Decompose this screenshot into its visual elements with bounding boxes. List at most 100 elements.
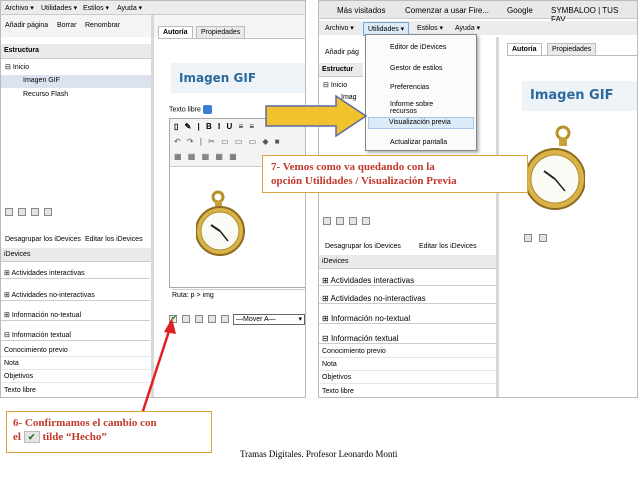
bookmark-google[interactable]: Google [507, 6, 533, 15]
move-up-icon[interactable] [31, 208, 39, 216]
tree-node-inicio[interactable]: ⊟ Inicio [5, 63, 29, 71]
tab-line [158, 38, 305, 39]
category-informacion-textual[interactable]: ⊟ Información textual [319, 331, 496, 344]
tab-bar: Autoría Propiedades [507, 43, 637, 55]
idevice-conocimiento-previo[interactable]: Conocimiento previo [1, 345, 150, 357]
utilidades-dropdown: Editor de iDevices Gestor de estilos Pre… [365, 34, 477, 151]
up-icon[interactable] [208, 315, 216, 323]
delete-icon[interactable] [539, 234, 547, 242]
callout-step-6: 6- Confirmamos el cambio con el ✔ tilde … [6, 411, 212, 453]
menu-ayuda[interactable]: Ayuda ▾ [117, 4, 142, 12]
bookmark-firefox[interactable]: Comenzar a usar Fire... [405, 6, 489, 15]
tree-node-inicio[interactable]: ⊟ Inicio [323, 81, 347, 89]
menu-item-editor-idevices[interactable]: Editor de iDevices [368, 43, 474, 55]
tab-propiedades[interactable]: Propiedades [547, 43, 597, 55]
tab-autoria[interactable]: Autoría [507, 43, 542, 55]
category-actividades-no-interactivas[interactable]: ⊞ Actividades no-interactivas [1, 288, 150, 301]
category-actividades-interactivas[interactable]: ⊞ Actividades interactivas [319, 273, 496, 286]
menu-item-gestor-estilos[interactable]: Gestor de estilos [368, 64, 474, 76]
callout-7-line-1: 7- Vemos como va quedando con la [271, 161, 435, 173]
pocket-watch-image [196, 190, 245, 256]
tree-node-imagen-gif[interactable]: Imagen GIF [1, 75, 151, 88]
edit-idevices-button[interactable]: Editar los iDevices [419, 243, 477, 250]
add-page-button[interactable]: Añadir pág [325, 49, 359, 56]
add-page-button[interactable]: Añadir página [5, 22, 48, 29]
menu-item-actualizar-pantalla[interactable]: Actualizar pantalla [368, 138, 474, 150]
tab-bar: Autoría Propiedades [158, 26, 298, 38]
menu-utilidades[interactable]: Utilidades ▾ [41, 4, 77, 12]
idevice-objetivos[interactable]: Objetivos [319, 372, 496, 384]
move-to-select[interactable]: —Mover A— ▾ [233, 314, 305, 325]
undo-icon[interactable] [182, 315, 190, 323]
edit-buttons-row2[interactable]: ↶ ↷ | ✂ ▭ ▭ ▭ ◆ ■ [174, 137, 282, 146]
menu-ayuda[interactable]: Ayuda ▾ [455, 24, 480, 32]
tab-autoria[interactable]: Autoría [158, 26, 193, 38]
menu-item-informe-recursos[interactable]: Informe sobre recursos [368, 100, 474, 115]
callout-6-line-1: 6- Confirmamos el cambio con [13, 417, 157, 429]
move-down-icon[interactable] [44, 208, 52, 216]
estructura-title: Estructura [1, 44, 151, 59]
callout-6-line-2: el ✔ tilde “Hecho” [13, 431, 107, 444]
category-informacion-no-textual[interactable]: ⊞ Información no-textual [1, 308, 150, 321]
texto-libre-label: Texto libre [169, 105, 212, 114]
pocket-watch-image [524, 125, 585, 210]
promote-icon[interactable] [5, 208, 13, 216]
menu-estilos[interactable]: Estilos ▾ [83, 4, 109, 12]
idevice-texto-libre[interactable]: Texto libre [1, 385, 150, 397]
red-arrow-icon [140, 318, 176, 415]
format-buttons-row1[interactable]: ▯ ✎ | B I U ≡ ≡ [174, 122, 256, 131]
page-title: Imagen GIF [171, 63, 305, 93]
promote-icon[interactable] [323, 217, 331, 225]
element-path: Ruta: p > img [172, 289, 305, 299]
page-title: Imagen GIF [522, 81, 637, 111]
done-check-icon: ✔ [23, 431, 40, 444]
tab-line [507, 55, 637, 56]
down-icon[interactable] [221, 315, 229, 323]
menu-archivo[interactable]: Archivo ▾ [5, 4, 34, 12]
structure-tree: ⊟ Inicio Imagen GIF Recurso Flash [1, 61, 151, 201]
category-actividades-no-interactivas[interactable]: ⊞ Actividades no-interactivas [319, 291, 496, 304]
delete-button[interactable]: Borrar [57, 22, 76, 29]
ungroup-idevices-button[interactable]: Desagrupar los iDevices [5, 236, 81, 243]
category-actividades-interactivas[interactable]: ⊞ Actividades interactivas [1, 266, 150, 279]
menu-bar: Archivo ▾ Utilidades ▾ Estilos ▾ Ayuda ▾ [319, 21, 637, 36]
structure-buttons [323, 217, 383, 229]
help-icon[interactable] [202, 105, 212, 114]
idevices-title: iDevices [1, 248, 151, 262]
callout-7-line-2: opción Utilidades / Visualización Previa [271, 175, 457, 187]
demote-icon[interactable] [18, 208, 26, 216]
yellow-arrow-icon [265, 94, 368, 138]
idevices-title: iDevices [319, 255, 496, 269]
move-down-icon[interactable] [362, 217, 370, 225]
tree-node-recurso-flash[interactable]: Recurso Flash [23, 91, 68, 98]
idevice-conocimiento-previo[interactable]: Conocimiento previo [319, 346, 496, 358]
rename-button[interactable]: Renombrar [85, 22, 120, 29]
edit-idevices-button[interactable]: Editar los iDevices [85, 236, 143, 243]
callout-step-7: 7- Vemos como va quedando con la opción … [262, 155, 528, 193]
idevice-nota[interactable]: Nota [1, 358, 150, 370]
structure-buttons [5, 208, 65, 220]
idevice-objetivos[interactable]: Objetivos [1, 371, 150, 383]
table-buttons-row3[interactable]: ▦ ▦ ▦ ▦ ▦ [174, 152, 239, 161]
edit-icon[interactable] [524, 234, 532, 242]
estructura-title: Estructur [319, 63, 363, 77]
menu-estilos[interactable]: Estilos ▾ [417, 24, 443, 32]
rich-text-editor: ▯ ✎ | B I U ≡ ≡ ↶ ↷ | ✂ ▭ ▭ ▭ ◆ ■ ▦ ▦ ▦ … [169, 118, 305, 299]
tab-propiedades[interactable]: Propiedades [196, 26, 246, 38]
demote-icon[interactable] [336, 217, 344, 225]
bookmarks-bar: Más visitados Comenzar a usar Fire... Go… [319, 1, 637, 24]
menu-bar: Archivo ▾ Utilidades ▾ Estilos ▾ Ayuda ▾ [1, 1, 305, 15]
idevice-nota[interactable]: Nota [319, 359, 496, 371]
bookmark-mas-visitados[interactable]: Más visitados [337, 6, 385, 15]
menu-item-visualizacion-previa[interactable]: Visualización previa [368, 117, 474, 129]
menu-item-preferencias[interactable]: Preferencias [368, 83, 474, 95]
idevice-texto-libre[interactable]: Texto libre [319, 386, 496, 397]
menu-archivo[interactable]: Archivo ▾ [325, 24, 354, 32]
pane-divider[interactable] [496, 37, 499, 397]
ungroup-idevices-button[interactable]: Desagrupar los iDevices [325, 243, 401, 250]
delete-icon[interactable] [195, 315, 203, 323]
category-informacion-no-textual[interactable]: ⊞ Información no-textual [319, 311, 496, 324]
footer-credit: Tramas Digitales. Profesor Leonardo Mont… [240, 449, 398, 459]
category-informacion-textual[interactable]: ⊟ Información textual [1, 328, 150, 341]
move-up-icon[interactable] [349, 217, 357, 225]
